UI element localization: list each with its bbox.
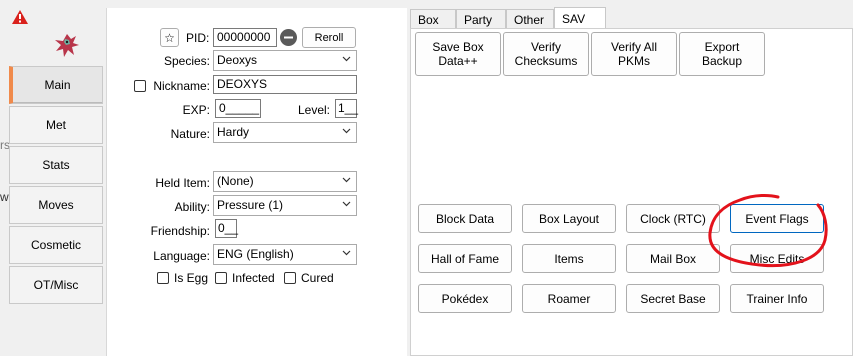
exp-label: EXP: <box>182 103 210 117</box>
infected-checkbox[interactable] <box>215 272 227 284</box>
side-tab-stats[interactable]: Stats <box>9 146 103 184</box>
block-data-button[interactable]: Block Data <box>418 204 512 233</box>
chevron-down-icon <box>342 177 351 183</box>
clock-rtc-button[interactable]: Clock (RTC) <box>626 204 720 233</box>
is-egg-checkbox[interactable] <box>157 272 169 284</box>
side-tab-cosmetic[interactable]: Cosmetic <box>9 226 103 264</box>
nature-label: Nature: <box>170 127 210 141</box>
tab-other[interactable]: Other <box>506 9 554 29</box>
nature-select[interactable]: Hardy <box>213 122 357 143</box>
side-tab-label: OT/Misc <box>33 278 79 292</box>
side-tab-label: Met <box>45 118 66 132</box>
partial-text: w <box>0 190 9 204</box>
tab-label: Box <box>418 12 439 27</box>
hall-of-fame-button[interactable]: Hall of Fame <box>418 244 512 273</box>
star-button[interactable]: ☆ <box>160 28 179 47</box>
language-value: ENG (English) <box>217 247 294 261</box>
pokedex-button[interactable]: Pokédex <box>418 284 512 313</box>
tab-label: Other <box>514 12 545 27</box>
pid-label: PID: <box>186 31 210 45</box>
roamer-button[interactable]: Roamer <box>522 284 616 313</box>
star-icon: ☆ <box>164 30 175 45</box>
held-item-label: Held Item: <box>155 176 210 190</box>
side-tab-moves[interactable]: Moves <box>9 186 103 224</box>
tab-party[interactable]: Party <box>456 9 506 29</box>
warning-icon[interactable] <box>12 10 28 24</box>
held-item-value: (None) <box>217 174 254 188</box>
tab-sav[interactable]: SAV <box>554 7 606 29</box>
minus-icon[interactable] <box>280 29 297 46</box>
species-value: Deoxys <box>217 53 258 67</box>
language-select[interactable]: ENG (English) <box>213 244 357 265</box>
friendship-input[interactable]: 0__ <box>215 219 238 238</box>
side-tab-ot-misc[interactable]: OT/Misc <box>9 266 103 304</box>
tab-label: SAV <box>562 11 586 26</box>
is-egg-label: Is Egg <box>174 271 209 285</box>
event-flags-button[interactable]: Event Flags <box>730 204 824 233</box>
ability-select[interactable]: Pressure (1) <box>213 195 357 216</box>
cured-checkbox[interactable] <box>284 272 296 284</box>
chevron-down-icon <box>342 201 351 207</box>
verify-all-pkms-button[interactable]: Verify All PKMs <box>591 32 677 76</box>
nickname-label: Nickname: <box>153 79 210 93</box>
nickname-input[interactable]: DEOXYS <box>213 75 357 94</box>
species-select[interactable]: Deoxys <box>213 50 357 71</box>
side-tab-met[interactable]: Met <box>9 106 103 144</box>
items-button[interactable]: Items <box>522 244 616 273</box>
chevron-down-icon <box>342 56 351 62</box>
chevron-down-icon <box>342 128 351 134</box>
ability-value: Pressure (1) <box>217 198 284 212</box>
level-input[interactable]: 1__ <box>335 99 358 118</box>
cured-label: Cured <box>301 271 334 285</box>
tab-label: Party <box>464 12 493 27</box>
held-item-select[interactable]: (None) <box>213 171 357 192</box>
side-tab-label: Stats <box>42 158 70 172</box>
tab-box[interactable]: Box <box>410 9 456 29</box>
box-layout-button[interactable]: Box Layout <box>522 204 616 233</box>
misc-edits-button[interactable]: Misc Edits <box>730 244 824 273</box>
infected-label: Infected <box>232 271 275 285</box>
exp-input[interactable]: 0_____ <box>215 99 261 118</box>
level-label: Level: <box>297 103 330 117</box>
side-tab-label: Main <box>44 78 71 92</box>
verify-checksums-button[interactable]: Verify Checksums <box>503 32 589 76</box>
side-tab-main[interactable]: Main <box>9 66 103 104</box>
friendship-label: Friendship: <box>150 224 210 238</box>
trainer-info-button[interactable]: Trainer Info <box>730 284 824 313</box>
pokemon-sprite <box>55 34 79 57</box>
export-backup-button[interactable]: Export Backup <box>679 32 765 76</box>
reroll-button[interactable]: Reroll <box>302 27 356 48</box>
pid-input[interactable]: 00000000 <box>213 28 277 47</box>
nature-value: Hardy <box>217 125 250 139</box>
side-tab-label: Cosmetic <box>30 238 81 252</box>
ability-label: Ability: <box>174 200 210 214</box>
secret-base-button[interactable]: Secret Base <box>626 284 720 313</box>
side-tab-label: Moves <box>38 198 74 212</box>
species-label: Species: <box>163 54 210 68</box>
nickname-checkbox[interactable] <box>134 80 146 92</box>
mail-box-button[interactable]: Mail Box <box>626 244 720 273</box>
chevron-down-icon <box>342 250 351 256</box>
save-box-data-button[interactable]: Save Box Data++ <box>415 32 501 76</box>
language-label: Language: <box>153 249 210 263</box>
